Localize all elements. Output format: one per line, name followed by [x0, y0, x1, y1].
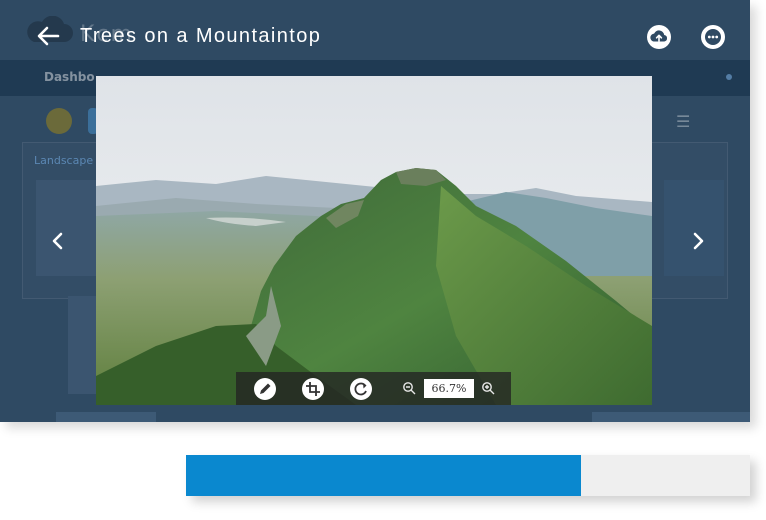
rotate-button[interactable]: [350, 378, 372, 400]
upload-button-dimmed[interactable]: [46, 108, 72, 134]
photo-viewer: 66.7%: [96, 76, 652, 405]
thumbnail[interactable]: [592, 412, 750, 422]
thumbnail[interactable]: [56, 412, 156, 422]
chevron-right-icon: [693, 232, 704, 250]
crop-icon: [306, 382, 320, 396]
progress-bar: [186, 455, 750, 496]
nav-item-dashboard[interactable]: Dashbo: [44, 70, 95, 84]
section-label: Landscape: [34, 154, 94, 167]
app-window: Kcm Dashbo ☰ Landscape Trees on a Mounta…: [0, 0, 750, 422]
next-image-button[interactable]: [688, 229, 708, 253]
image-toolbar: 66.7%: [236, 372, 511, 405]
more-options-button[interactable]: [701, 25, 725, 49]
edit-button[interactable]: [254, 378, 276, 400]
nav-indicator: [726, 74, 732, 80]
thumbnail[interactable]: [36, 180, 96, 276]
back-arrow-icon[interactable]: [36, 26, 60, 46]
previous-image-button[interactable]: [48, 229, 68, 253]
cloud-upload-icon: [650, 30, 668, 42]
zoom-level-field[interactable]: 66.7%: [424, 379, 474, 398]
thumbnail[interactable]: [664, 180, 724, 276]
page-title: Trees on a Mountaintop: [80, 25, 322, 47]
progress-fill: [186, 455, 581, 496]
mountain-photo: [96, 76, 652, 405]
zoom-out-icon[interactable]: [402, 381, 416, 395]
cloud-upload-button[interactable]: [647, 25, 671, 49]
rotate-icon: [354, 382, 367, 396]
chevron-left-icon: [52, 232, 63, 250]
zoom-in-icon[interactable]: [481, 381, 495, 395]
crop-button[interactable]: [302, 378, 324, 400]
menu-icon[interactable]: ☰: [676, 112, 690, 131]
edit-pencil-icon: [260, 383, 271, 394]
thumbnail[interactable]: [68, 296, 96, 394]
ellipsis-icon: [705, 29, 721, 45]
